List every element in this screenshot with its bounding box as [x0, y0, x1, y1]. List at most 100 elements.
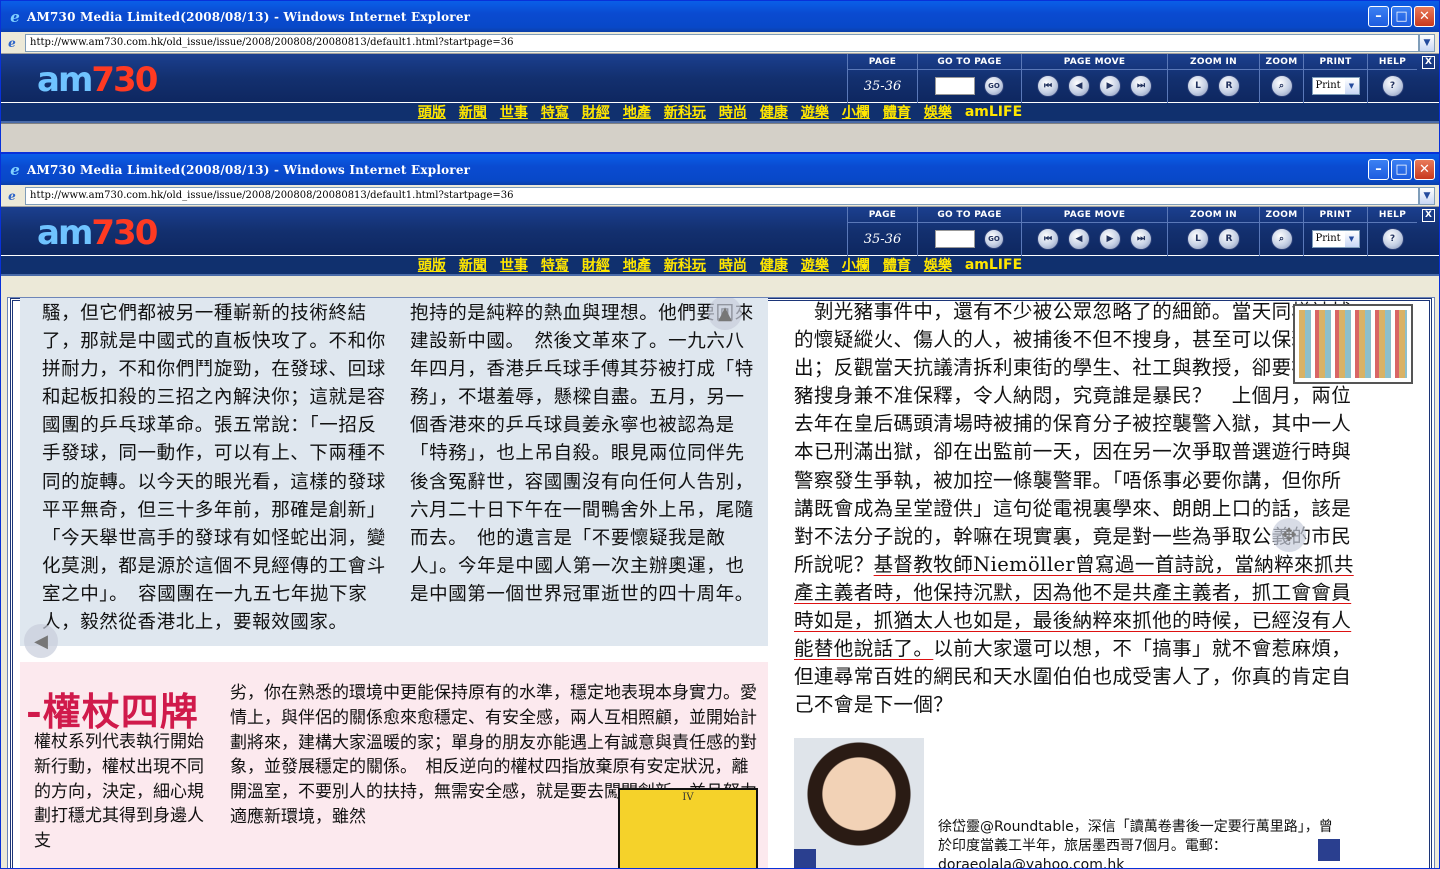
url-field[interactable]: http://www.am730.com.hk/old_issue/issue/…	[25, 186, 1419, 205]
nav-item[interactable]: 世事	[500, 102, 528, 122]
nav-item[interactable]: 地產	[623, 255, 651, 275]
nav-item[interactable]: 時尚	[719, 102, 747, 122]
nav-item[interactable]: 世事	[500, 255, 528, 275]
browser-window-front: e AM730 Media Limited(2008/08/13) - Wind…	[0, 153, 1440, 869]
scroll-left-icon[interactable]: ◀	[24, 624, 58, 658]
magnifier-icon[interactable]: ⌕	[1270, 75, 1293, 97]
nav-item[interactable]: 時尚	[719, 255, 747, 275]
nav-item[interactable]: 新科玩	[664, 102, 706, 122]
nav-item[interactable]: 健康	[760, 102, 788, 122]
zoom-group: ZOOM ⌕	[1259, 207, 1303, 256]
zoom-right-button[interactable]: R	[1218, 228, 1240, 250]
viewer-toolbar: am730 PAGE 35-36 GO TO PAGE GO PAGE MOVE…	[1, 207, 1439, 256]
nav-item[interactable]: 娛樂	[924, 102, 952, 122]
corner-mark-left	[794, 849, 816, 868]
nav-item[interactable]: 遊樂	[801, 102, 829, 122]
article-right-column: 剝光豬事件中，還有不少被公眾忽略了的細節。當天同樣被捕的懷疑縱火、傷人的人，被捕…	[794, 298, 1354, 719]
nav-item[interactable]: 頭版	[418, 102, 446, 122]
nav-item-amlife[interactable]: amLIFE	[965, 257, 1022, 273]
chevron-down-icon: ▼	[1344, 78, 1359, 94]
url-field[interactable]: http://www.am730.com.hk/old_issue/issue/…	[25, 33, 1419, 52]
next-page-icon[interactable]: ▶	[1099, 228, 1121, 250]
nav-item[interactable]: 體育	[883, 255, 911, 275]
am730-logo: am730	[37, 213, 158, 253]
zoom-in-label: ZOOM IN	[1168, 207, 1259, 223]
zoom-left-button[interactable]: L	[1187, 75, 1209, 97]
chevron-down-icon[interactable]: ▼	[1419, 186, 1435, 205]
nav-item[interactable]: 新聞	[459, 255, 487, 275]
toolbar-close-icon[interactable]: X	[1422, 209, 1435, 222]
horoscope-title: -權杖四牌	[26, 689, 199, 734]
go-button[interactable]: GO	[984, 229, 1004, 249]
nav-item[interactable]: 財經	[582, 255, 610, 275]
nav-item[interactable]: 地產	[623, 102, 651, 122]
goto-page-input[interactable]	[935, 230, 975, 248]
magnifier-icon[interactable]: ⌕	[1270, 228, 1293, 250]
nav-item[interactable]: 新科玩	[664, 255, 706, 275]
window-title: AM730 Media Limited(2008/08/13) - Window…	[27, 9, 471, 24]
last-page-icon[interactable]: ⏭	[1130, 228, 1152, 250]
page-move-group: PAGE MOVE ⏮ ◀ ▶ ⏭	[1021, 207, 1167, 256]
close-button[interactable]: ✕	[1414, 6, 1435, 27]
page-move-label: PAGE MOVE	[1022, 54, 1167, 70]
next-page-icon[interactable]: ▶	[1099, 75, 1121, 97]
print-label: PRINT	[1304, 207, 1367, 223]
nav-item[interactable]: 健康	[760, 255, 788, 275]
chevron-down-icon[interactable]: ▼	[1419, 33, 1435, 52]
page-value: 35-36	[863, 78, 902, 94]
title-bar[interactable]: e AM730 Media Limited(2008/08/13) - Wind…	[1, 1, 1439, 32]
help-icon[interactable]: ?	[1381, 228, 1404, 250]
nav-item[interactable]: 體育	[883, 102, 911, 122]
page-move-label: PAGE MOVE	[1022, 207, 1167, 223]
maximize-button[interactable]: □	[1391, 6, 1412, 27]
help-label: HELP	[1368, 207, 1417, 223]
nav-item[interactable]: 娛樂	[924, 255, 952, 275]
nav-item[interactable]: 新聞	[459, 102, 487, 122]
window-title: AM730 Media Limited(2008/08/13) - Window…	[27, 162, 471, 177]
author-bio: 徐岱靈@Roundtable，深信「讀萬卷書後一定要行萬里路」，曾於印度當義工半…	[938, 819, 1333, 869]
page-icon: e	[8, 35, 16, 50]
print-select[interactable]: Print ▼	[1311, 230, 1360, 248]
help-icon[interactable]: ?	[1381, 75, 1404, 97]
horoscope-left-text: 權杖系列代表執行開始新行動，權杖出現不同的方向，決定，細心規劃打穩尤其得到身邊人…	[34, 732, 204, 852]
zoom-right-button[interactable]: R	[1218, 75, 1240, 97]
nav-item[interactable]: 特寫	[541, 255, 569, 275]
first-page-icon[interactable]: ⏮	[1037, 75, 1059, 97]
title-bar[interactable]: e AM730 Media Limited(2008/08/13) - Wind…	[1, 154, 1439, 185]
minimize-button[interactable]: –	[1368, 6, 1389, 27]
prev-page-icon[interactable]: ◀	[1068, 75, 1090, 97]
nav-item[interactable]: 特寫	[541, 102, 569, 122]
close-button[interactable]: ✕	[1414, 159, 1435, 180]
nav-item-amlife[interactable]: amLIFE	[965, 104, 1022, 120]
zoom-in-group: ZOOM IN L R	[1167, 54, 1259, 103]
prev-page-icon[interactable]: ◀	[1068, 228, 1090, 250]
last-page-icon[interactable]: ⏭	[1130, 75, 1152, 97]
address-bar: e http://www.am730.com.hk/old_issue/issu…	[1, 32, 1439, 54]
nav-item[interactable]: 頭版	[418, 255, 446, 275]
goto-page-input[interactable]	[935, 77, 975, 95]
minimize-button[interactable]: –	[1368, 159, 1389, 180]
zoom-label: ZOOM	[1260, 54, 1303, 70]
zoom-handle-icon[interactable]: ✥	[1272, 518, 1306, 552]
print-group: PRINT Print ▼	[1303, 54, 1367, 103]
am730-logo: am730	[37, 60, 158, 100]
print-select[interactable]: Print ▼	[1311, 77, 1360, 95]
zoom-in-label: ZOOM IN	[1168, 54, 1259, 70]
scroll-up-icon[interactable]: ▲	[708, 298, 742, 330]
nav-item[interactable]: 小欄	[842, 255, 870, 275]
ie-icon: e	[10, 7, 20, 26]
page-thumbnail[interactable]	[1293, 304, 1413, 384]
go-button[interactable]: GO	[984, 76, 1004, 96]
nav-item[interactable]: 財經	[582, 102, 610, 122]
zoom-left-button[interactable]: L	[1187, 228, 1209, 250]
nav-item[interactable]: 遊樂	[801, 255, 829, 275]
goto-group: GO TO PAGE GO	[917, 207, 1021, 256]
first-page-icon[interactable]: ⏮	[1037, 228, 1059, 250]
newspaper-viewport[interactable]: 騷，但它們都被另一種嶄新的技術終結了，那就是中國式的直板快攻了。不和你拼耐力，不…	[7, 297, 1435, 869]
section-nav: 頭版 新聞 世事 特寫 財經 地產 新科玩 時尚 健康 遊樂 小欄 體育 娛樂 …	[1, 256, 1439, 276]
help-group: HELP ?	[1367, 54, 1417, 103]
toolbar-close-icon[interactable]: X	[1422, 56, 1435, 69]
nav-item[interactable]: 小欄	[842, 102, 870, 122]
article-left-col1: 騷，但它們都被另一種嶄新的技術終結了，那就是中國式的直板快攻了。不和你拼耐力，不…	[42, 303, 386, 634]
maximize-button[interactable]: □	[1391, 159, 1412, 180]
